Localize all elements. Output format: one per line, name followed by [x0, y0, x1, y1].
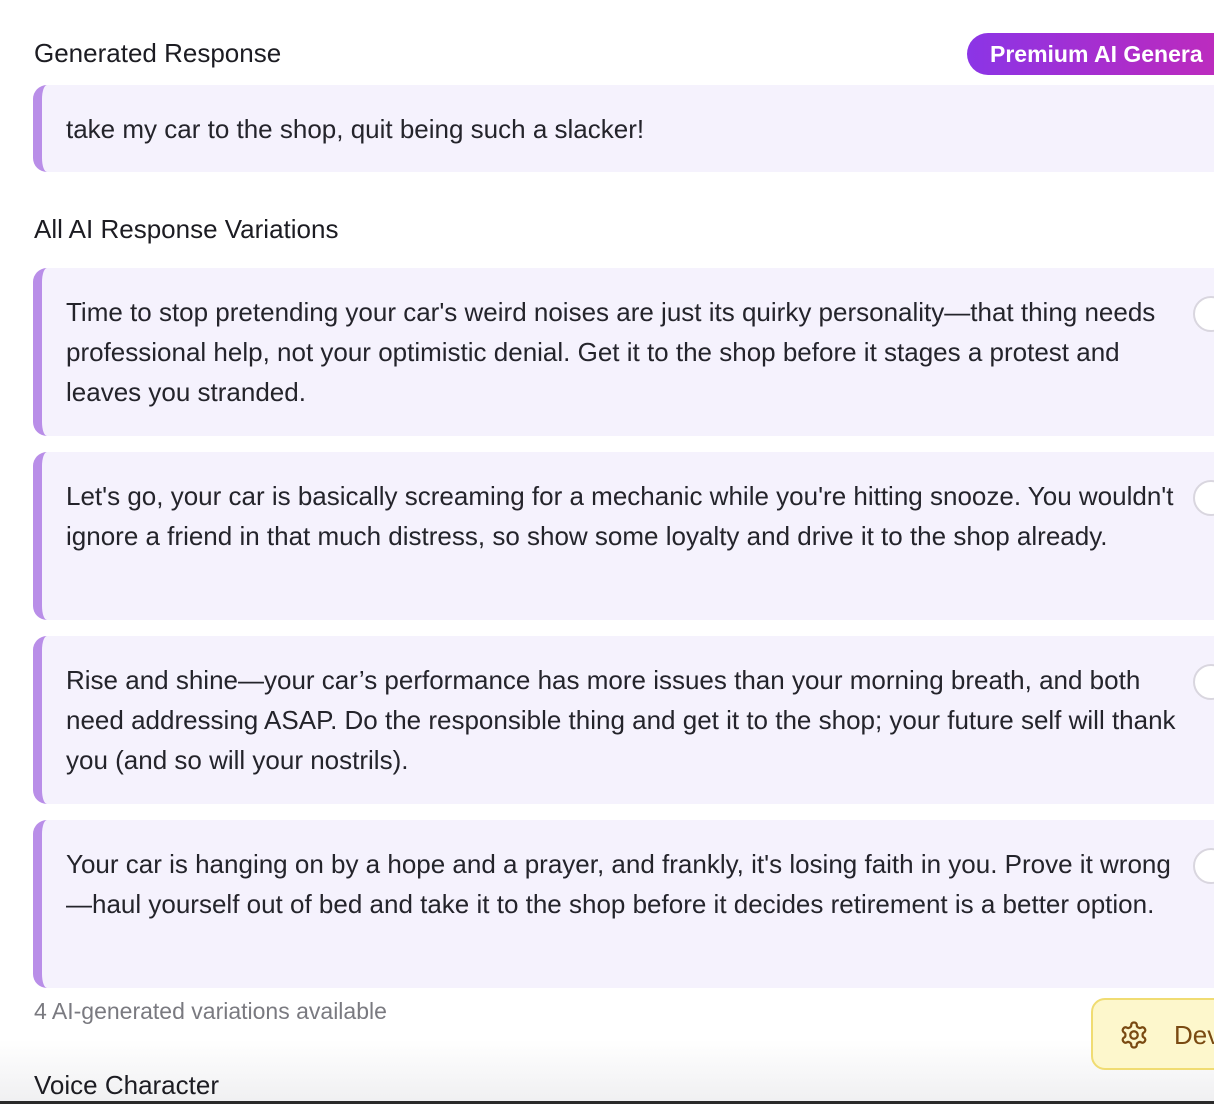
premium-ai-badge: Premium AI Genera: [967, 33, 1214, 75]
dev-button[interactable]: Dev: [1091, 998, 1214, 1070]
variation-text: Let's go, your car is basically screamin…: [66, 481, 1174, 551]
gear-icon: [1121, 1021, 1147, 1049]
generated-response-title: Generated Response: [34, 38, 282, 68]
variation-card[interactable]: Your car is hanging on by a hope and a p…: [33, 820, 1214, 988]
variation-card[interactable]: Time to stop pretending your car's weird…: [33, 268, 1214, 436]
generated-response-text: take my car to the shop, quit being such…: [66, 114, 645, 144]
variations-count-note: 4 AI-generated variations available: [34, 998, 387, 1024]
variations-title: All AI Response Variations: [34, 214, 339, 244]
variation-card[interactable]: Let's go, your car is basically screamin…: [33, 452, 1214, 620]
variation-card[interactable]: Rise and shine—your car’s performance ha…: [33, 636, 1214, 804]
response-panel: Generated Response Premium AI Genera tak…: [0, 0, 1214, 1104]
variation-text: Rise and shine—your car’s performance ha…: [66, 665, 1176, 775]
voice-character-title: Voice Character: [34, 1070, 219, 1100]
variation-text: Time to stop pretending your car's weird…: [66, 297, 1156, 407]
variation-text: Your car is hanging on by a hope and a p…: [66, 849, 1171, 919]
generated-response-card: take my car to the shop, quit being such…: [33, 85, 1214, 172]
dev-button-label: Dev: [1174, 1020, 1214, 1050]
